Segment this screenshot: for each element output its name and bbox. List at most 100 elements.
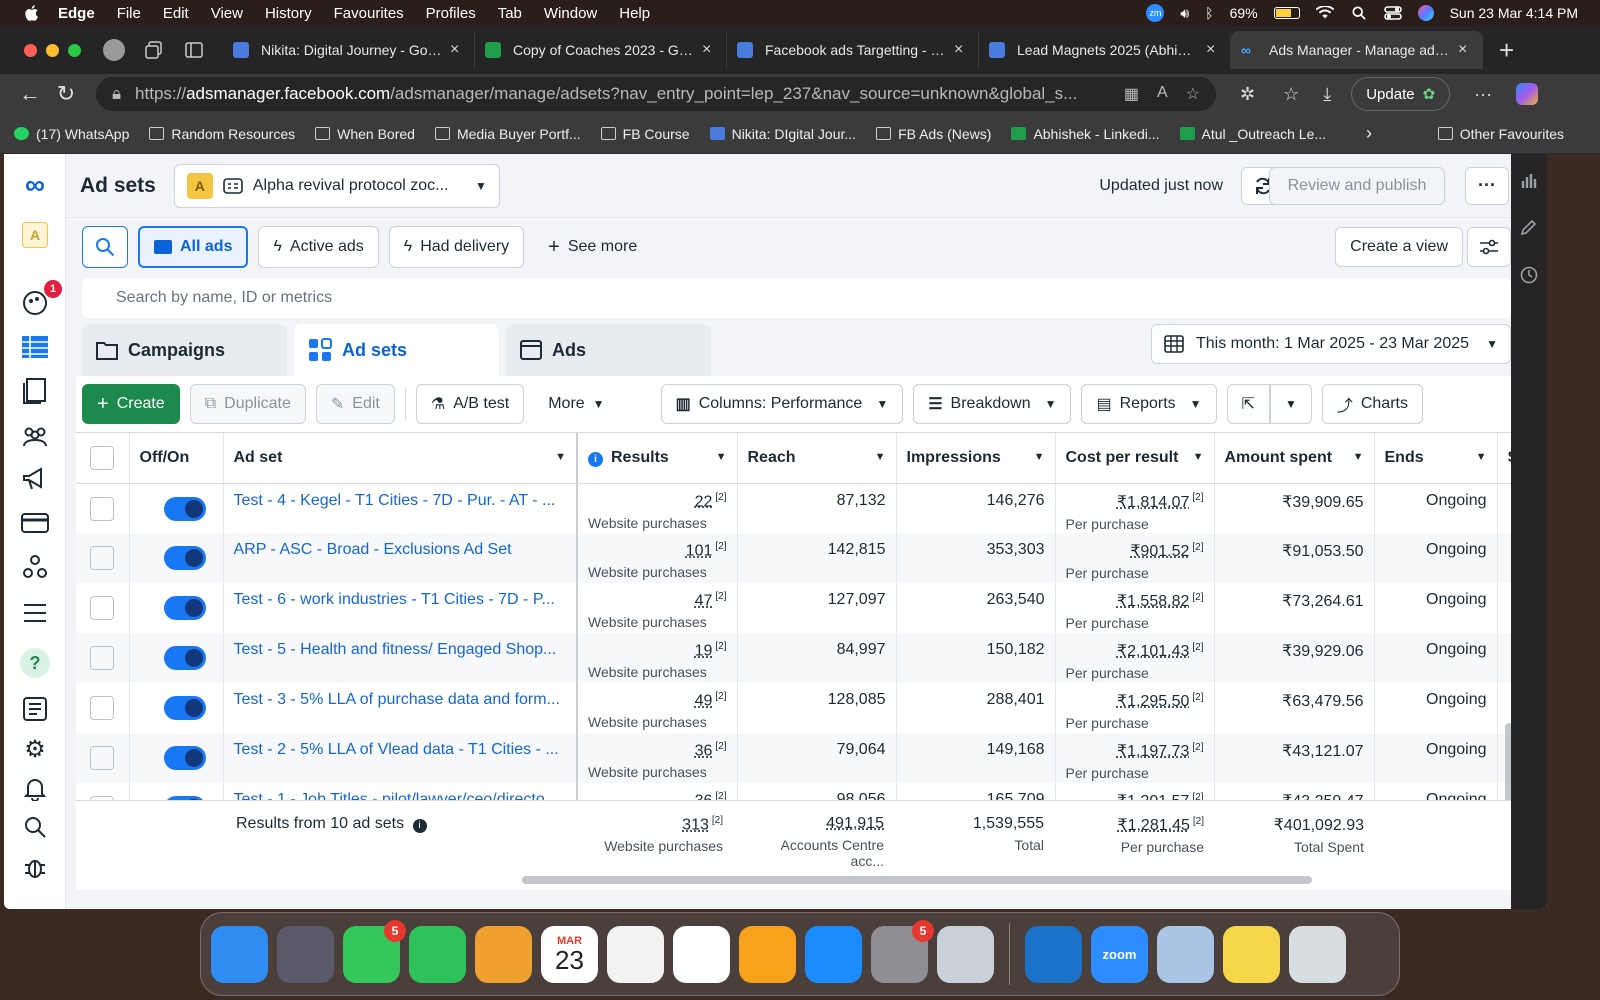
battery-icon[interactable] — [1273, 7, 1300, 19]
bar-chart-icon[interactable] — [1520, 172, 1538, 190]
info-icon[interactable]: i — [588, 451, 603, 467]
row-checkbox[interactable] — [90, 596, 115, 620]
on-off-toggle[interactable] — [163, 746, 206, 770]
bookmark-item[interactable]: Nikita: DIgital Jour... — [709, 126, 856, 142]
edit-button[interactable]: ✎ Edit — [315, 384, 395, 424]
browser-tab[interactable]: Copy of Coaches 2023 - Google × — [475, 31, 727, 69]
all-tools-menu-icon[interactable] — [20, 598, 50, 628]
dock-facetime-icon[interactable] — [409, 925, 466, 983]
totals-results-value[interactable]: 313 — [682, 816, 709, 833]
dock-edge-icon[interactable] — [1025, 925, 1082, 983]
settings-gear-icon[interactable]: ⚙︎ — [20, 734, 50, 764]
sort-caret-icon[interactable]: ▼ — [555, 451, 566, 463]
pages-icon[interactable] — [20, 376, 50, 406]
close-tab-icon[interactable]: × — [450, 41, 464, 59]
charts-button[interactable]: ⤴ Charts — [1321, 384, 1423, 424]
menu-file[interactable]: File — [117, 5, 141, 22]
events-manager-icon[interactable] — [20, 552, 50, 582]
dock-calendar-icon[interactable]: MAR 23 — [541, 925, 598, 983]
menu-app-name[interactable]: Edge — [58, 5, 95, 22]
history-clock-icon[interactable] — [1520, 266, 1538, 284]
meta-logo-icon[interactable]: ∞ — [20, 169, 50, 200]
breakdown-dropdown[interactable]: ☰ Breakdown ▼ — [913, 384, 1072, 424]
close-tab-icon[interactable]: × — [702, 41, 716, 59]
browser-tab[interactable]: Facebook ads Targetting - Google × — [727, 31, 979, 69]
campaigns-megaphone-icon[interactable] — [20, 464, 50, 494]
row-checkbox[interactable] — [90, 646, 115, 670]
sort-caret-icon[interactable]: ▼ — [1193, 451, 1204, 463]
apps-icon[interactable]: ▦ — [1124, 84, 1139, 104]
settings-more-icon[interactable]: ··· — [1474, 84, 1492, 105]
tab-ad-sets[interactable]: Ad sets — [294, 324, 499, 376]
column-header-adset[interactable]: Ad set ▼ — [223, 433, 578, 484]
column-header-ends[interactable]: Ends ▼ — [1374, 433, 1498, 484]
cpr-value[interactable]: ₹1,295.50 — [1117, 693, 1189, 710]
sort-caret-icon[interactable]: ▼ — [875, 451, 886, 463]
dock-notes-icon[interactable] — [1223, 925, 1280, 983]
dock-freeform-icon[interactable] — [673, 925, 730, 983]
account-avatar[interactable]: A — [20, 220, 50, 250]
minimize-window-button[interactable] — [46, 43, 59, 57]
column-header-impressions[interactable]: Impressions ▼ — [896, 433, 1056, 484]
active-ads-filter[interactable]: ϟ Active ads — [258, 226, 379, 268]
results-value[interactable]: 22 — [695, 493, 713, 510]
all-ads-filter[interactable]: All ads — [138, 226, 249, 268]
bookmark-item[interactable]: Atul _Outreach Le... — [1179, 126, 1326, 142]
column-header-amount-spent[interactable]: Amount spent ▼ — [1214, 433, 1375, 484]
downloads-icon[interactable]: ⤓ — [1323, 84, 1331, 105]
profile-avatar-icon[interactable] — [103, 39, 125, 61]
search-input[interactable]: Search by name, ID or metrics — [82, 278, 1511, 318]
table-row[interactable]: Test - 2 - 5% LLA of Vlead data - T1 Cit… — [76, 733, 1517, 783]
bookmark-item[interactable]: When Bored — [315, 126, 415, 142]
bookmark-item[interactable]: FB Ads (News) — [876, 126, 991, 142]
dock-photos-icon[interactable] — [475, 925, 532, 983]
dock-launchpad-icon[interactable] — [277, 925, 334, 983]
results-value[interactable]: 49 — [695, 692, 713, 709]
back-button[interactable]: ← — [12, 81, 48, 107]
dock-trash-icon[interactable] — [1289, 925, 1346, 983]
select-all-checkbox[interactable] — [90, 445, 115, 470]
cpr-value[interactable]: ₹1,197.73 — [1117, 743, 1189, 760]
export-options-dropdown[interactable]: ▼ — [1269, 384, 1312, 424]
create-view-button[interactable]: Create a view — [1335, 227, 1463, 267]
row-checkbox[interactable] — [90, 546, 115, 570]
results-value[interactable]: 19 — [695, 642, 713, 659]
column-header-cost-per-result[interactable]: Cost per result ▼ — [1055, 433, 1215, 484]
export-button[interactable]: ⇱ — [1226, 384, 1270, 424]
dock-finder-icon[interactable] — [211, 925, 268, 983]
dock-preview-icon[interactable] — [1157, 925, 1214, 983]
bookmark-item[interactable]: Random Resources — [149, 126, 295, 142]
menu-edit[interactable]: Edit — [163, 5, 189, 22]
favourites-icon[interactable]: ☆ — [1283, 84, 1299, 105]
help-icon[interactable]: ? — [20, 648, 50, 678]
menu-history[interactable]: History — [265, 5, 312, 22]
duplicate-button[interactable]: ⧉ Duplicate — [189, 384, 306, 424]
siri-icon[interactable] — [1417, 5, 1434, 21]
on-off-toggle[interactable] — [163, 696, 206, 720]
tab-campaigns[interactable]: Campaigns — [82, 324, 287, 376]
table-row[interactable]: Test - 3 - 5% LLA of purchase data and f… — [76, 683, 1517, 733]
ad-set-name-link[interactable]: Test - 6 - work industries - T1 Cities -… — [223, 583, 578, 633]
info-icon[interactable]: i — [412, 818, 427, 833]
lock-icon[interactable]: 🔒︎ — [112, 84, 121, 104]
apple-icon[interactable] — [22, 4, 40, 22]
bluetooth-icon[interactable]: ᛒ — [1205, 5, 1213, 21]
ad-set-name-link[interactable]: Test - 5 - Health and fitness/ Engaged S… — [223, 633, 578, 683]
table-row[interactable]: Test - 5 - Health and fitness/ Engaged S… — [76, 633, 1517, 683]
bookmarks-overflow-chevron-icon[interactable]: › — [1366, 123, 1372, 144]
ad-set-name-link[interactable]: ARP - ASC - Broad - Exclusions Ad Set — [223, 533, 578, 583]
results-value[interactable]: 47 — [695, 592, 713, 609]
table-row[interactable]: ARP - ASC - Broad - Exclusions Ad Set 101… — [76, 533, 1517, 583]
menu-help[interactable]: Help — [619, 5, 650, 22]
cpr-value[interactable]: ₹901.52 — [1130, 543, 1189, 560]
sort-caret-icon[interactable]: ▼ — [1034, 451, 1045, 463]
date-range-picker[interactable]: This month: 1 Mar 2025 - 23 Mar 2025 ▼ — [1151, 324, 1511, 364]
bookmark-item[interactable]: Media Buyer Portf... — [434, 126, 581, 142]
menu-window[interactable]: Window — [544, 5, 597, 22]
wifi-icon[interactable] — [1315, 6, 1334, 20]
favourite-star-icon[interactable]: ☆ — [1186, 84, 1200, 104]
dock-messages-icon[interactable]: 5 — [343, 919, 406, 983]
volume-icon[interactable]: 🔊︎ — [1180, 5, 1189, 22]
tab-ads[interactable]: Ads — [506, 324, 711, 376]
had-delivery-filter[interactable]: ϟ Had delivery — [388, 226, 525, 268]
